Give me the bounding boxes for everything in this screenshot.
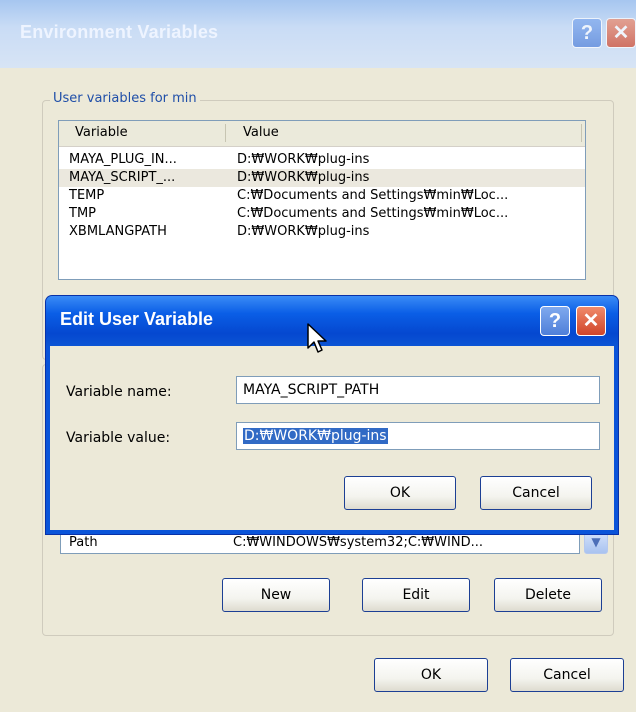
variable-cell: XBMLANGPATH [69, 224, 167, 239]
variable-name-label: Variable name: [66, 384, 172, 400]
value-cell: D:₩WORK₩plug-ins [237, 170, 370, 185]
value-cell: C:₩Documents and Settings₩min₩Loc... [237, 188, 509, 203]
list-item-selected[interactable]: MAYA_SCRIPT_... D:₩WORK₩plug-ins [59, 169, 585, 187]
variable-value-field[interactable]: D:₩WORK₩plug-ins [236, 422, 600, 450]
user-variables-list[interactable]: Variable Value MAYA_PLUG_IN... D:₩WORK₩p… [58, 120, 586, 280]
variable-cell: Path [69, 535, 98, 550]
variable-value-label: Variable value: [66, 430, 171, 446]
help-icon[interactable]: ? [540, 306, 570, 336]
help-icon[interactable]: ? [572, 18, 602, 48]
dialog-title-bar[interactable]: Edit User Variable ? ✕ [46, 296, 618, 346]
variable-cell: MAYA_SCRIPT_... [69, 170, 176, 185]
cancel-button[interactable]: Cancel [510, 658, 624, 692]
new-button[interactable]: New [222, 578, 330, 612]
value-cell: D:₩WORK₩plug-ins [237, 152, 370, 167]
selected-value-text: D:₩WORK₩plug-ins [243, 428, 388, 444]
value-cell: C:₩WINDOWS₩system32;C:₩WIND... [233, 535, 483, 550]
system-variables-list[interactable]: Path C:₩WINDOWS₩system32;C:₩WIND... [60, 532, 580, 554]
delete-button[interactable]: Delete [494, 578, 602, 612]
value-cell: D:₩WORK₩plug-ins [237, 224, 370, 239]
dialog-body: Variable name: MAYA_SCRIPT_PATH Variable… [50, 346, 614, 530]
edit-button[interactable]: Edit [362, 578, 470, 612]
list-item[interactable]: XBMLANGPATH D:₩WORK₩plug-ins [59, 223, 585, 241]
close-icon[interactable]: ✕ [576, 306, 606, 336]
ok-button[interactable]: OK [374, 658, 488, 692]
dialog-ok-button[interactable]: OK [344, 476, 456, 510]
value-cell: C:₩Documents and Settings₩min₩Loc... [237, 206, 509, 221]
dialog-title: Edit User Variable [60, 309, 214, 329]
edit-user-variable-dialog: Edit User Variable ? ✕ Variable name: MA… [46, 296, 618, 534]
column-divider[interactable] [581, 124, 582, 142]
close-icon[interactable]: ✕ [606, 18, 636, 48]
variable-cell: MAYA_PLUG_IN... [69, 152, 177, 167]
column-divider[interactable] [225, 124, 226, 142]
list-header: Variable Value [59, 121, 585, 147]
user-variables-label: User variables for min [50, 91, 200, 106]
mouse-pointer-icon [307, 323, 327, 353]
column-variable[interactable]: Variable [75, 125, 128, 140]
column-value[interactable]: Value [243, 125, 279, 140]
list-item[interactable]: TMP C:₩Documents and Settings₩min₩Loc... [59, 205, 585, 223]
variable-name-field[interactable]: MAYA_SCRIPT_PATH [236, 376, 600, 404]
window-title: Environment Variables [20, 22, 219, 42]
list-item[interactable]: MAYA_PLUG_IN... D:₩WORK₩plug-ins [59, 151, 585, 169]
variable-cell: TEMP [69, 188, 105, 203]
list-item[interactable]: TEMP C:₩Documents and Settings₩min₩Loc..… [59, 187, 585, 205]
title-bar: Environment Variables ? ✕ [0, 0, 636, 68]
dialog-cancel-button[interactable]: Cancel [480, 476, 592, 510]
variable-cell: TMP [69, 206, 96, 221]
